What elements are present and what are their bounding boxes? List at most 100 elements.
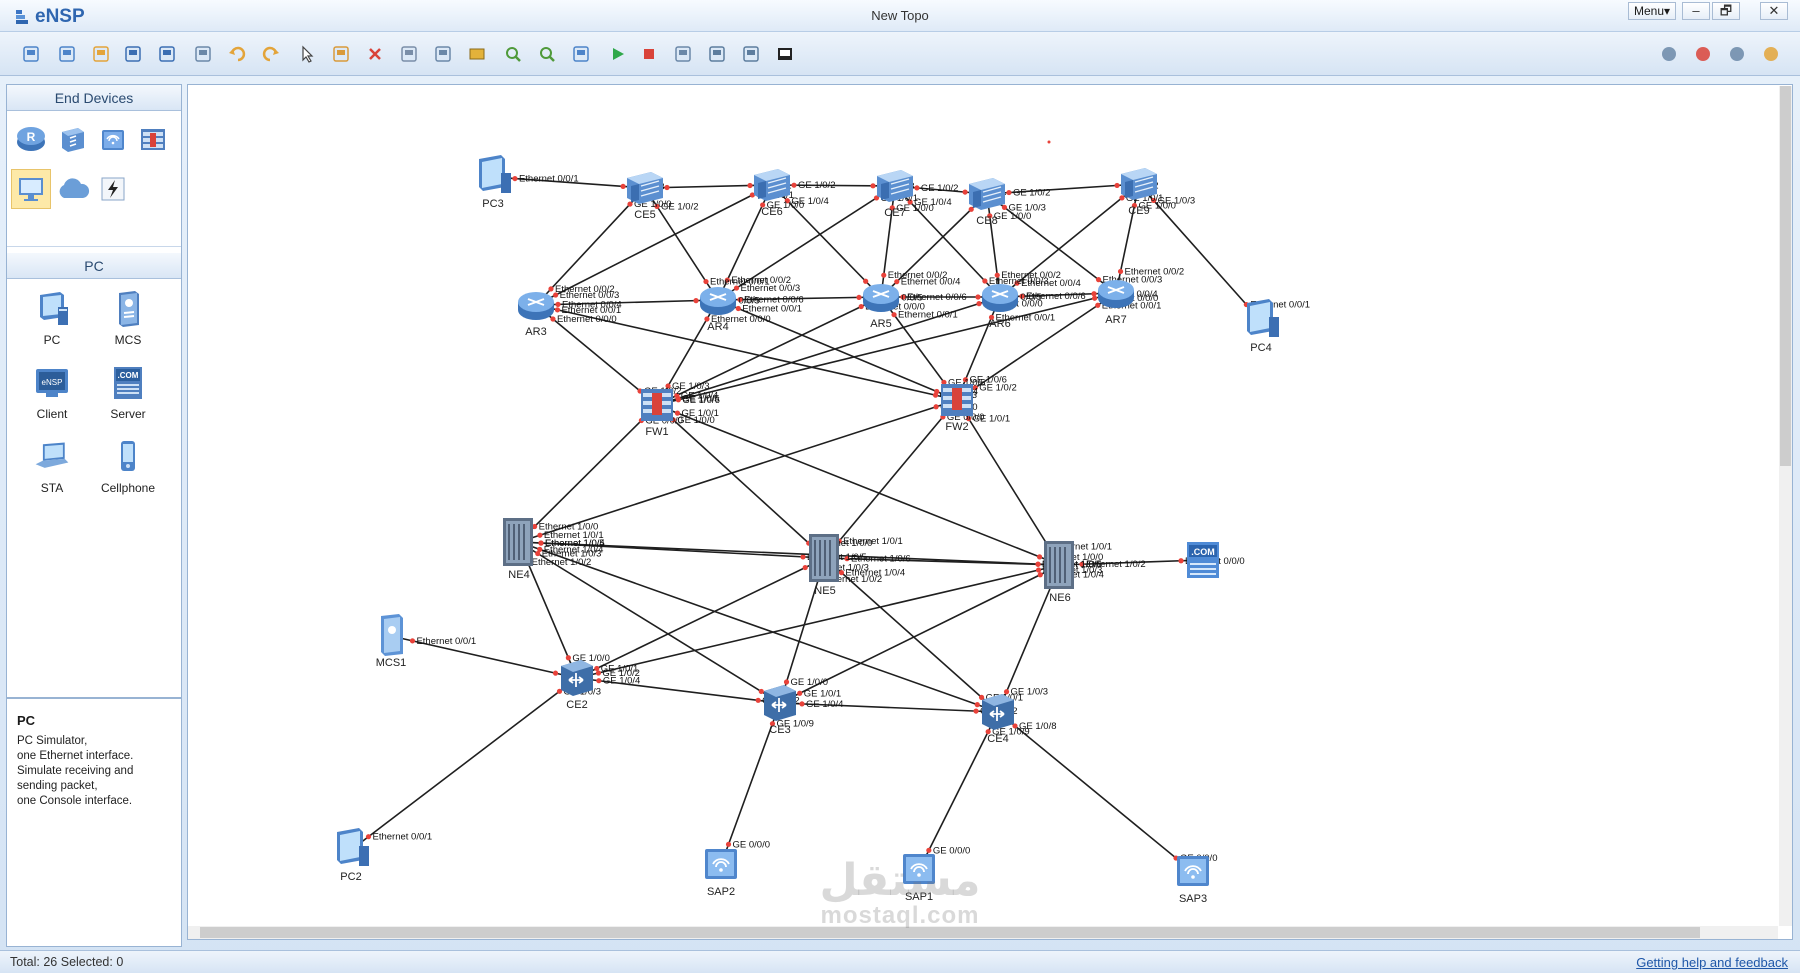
- start-icon[interactable]: [604, 41, 630, 67]
- watermark-arabic: مستقل: [819, 855, 981, 906]
- svg-text:R: R: [27, 130, 36, 144]
- select-icon[interactable]: [294, 41, 320, 67]
- settings-icon[interactable]: [1724, 41, 1750, 67]
- server-icon: .COM: [1187, 542, 1219, 578]
- device-node-pc3[interactable]: PC3: [479, 155, 511, 210]
- new-topo-icon[interactable]: [18, 41, 44, 67]
- menu-button[interactable]: Menu▾: [1628, 2, 1676, 20]
- port-label: Ethernet 0/0/1: [742, 303, 802, 314]
- device-node-ar7[interactable]: AR7: [1098, 280, 1134, 326]
- client-device-item[interactable]: eNSP Client: [17, 363, 87, 421]
- new-topo-icon-glyph: [23, 46, 39, 62]
- open-icon[interactable]: [88, 41, 114, 67]
- svg-text:.COM: .COM: [1191, 547, 1215, 557]
- device-node-ce2[interactable]: CE2: [561, 660, 593, 711]
- device-node-ne6[interactable]: NE6: [1044, 541, 1074, 604]
- sta-device-item[interactable]: STA: [17, 437, 87, 495]
- device-node-sap2[interactable]: SAP2: [705, 849, 737, 898]
- zoom-in-icon[interactable]: [500, 41, 526, 67]
- huawei-icon[interactable]: [1690, 41, 1716, 67]
- device-node-mcs1[interactable]: MCS1: [376, 614, 407, 669]
- port-label: Ethernet 0/0/3: [740, 283, 800, 294]
- port-status-dot: [934, 388, 940, 395]
- port-status-dot: [1178, 558, 1184, 564]
- link-line[interactable]: [350, 677, 578, 851]
- help-feedback-link[interactable]: Getting help and feedback: [1636, 955, 1788, 970]
- chat-icon-glyph: [1662, 47, 1676, 61]
- port-label: GE 1/0/2: [979, 383, 1017, 394]
- watermark: مستقل mostaql.com: [790, 858, 1010, 928]
- router-category-icon[interactable]: R: [13, 121, 49, 157]
- pc-section-header[interactable]: PC: [7, 253, 181, 279]
- vertical-scroll-thumb[interactable]: [1780, 86, 1791, 466]
- topology-canvas[interactable]: Ethernet 0/0/1 GE 1/0/3 GE 1/0/1 GE 1/0/2 GE…: [187, 84, 1793, 940]
- pc-category-icon[interactable]: [11, 169, 51, 209]
- restore-button[interactable]: 🗗: [1712, 2, 1740, 20]
- port-status-dot: [565, 655, 571, 661]
- device-node-ne5[interactable]: NE5: [809, 534, 839, 597]
- save-as-icon[interactable]: [154, 41, 180, 67]
- cellphone-device-item[interactable]: Cellphone: [93, 437, 163, 495]
- delete-all-icon[interactable]: [396, 41, 422, 67]
- port-label: GE 1/0/4: [914, 197, 952, 208]
- capture-icon[interactable]: [670, 41, 696, 67]
- port-label: Ethernet 0/0/1: [373, 832, 433, 843]
- mcs-device-item[interactable]: MCS: [93, 289, 163, 347]
- device-label: PC3: [482, 198, 503, 210]
- description-title: PC: [17, 713, 36, 728]
- device-node-server[interactable]: .COM: [1187, 542, 1219, 578]
- firewall-category-icon[interactable]: [135, 121, 171, 157]
- pc-device-item[interactable]: PC: [17, 289, 87, 347]
- text-icon[interactable]: [430, 41, 456, 67]
- delete-icon[interactable]: [362, 41, 388, 67]
- port-label: GE 1/0/1: [804, 688, 842, 699]
- server-device-item[interactable]: .COM Server: [93, 363, 163, 421]
- grid-icon[interactable]: [738, 41, 764, 67]
- port-label: GE 1/0/2: [921, 183, 959, 194]
- device-node-ar3[interactable]: AR3: [518, 292, 554, 338]
- mcs-icon: [108, 289, 148, 329]
- server-icon: .COM: [108, 363, 148, 403]
- switch-category-icon[interactable]: [55, 121, 91, 157]
- stop-icon[interactable]: [636, 41, 662, 67]
- end-devices-header[interactable]: End Devices: [7, 85, 181, 111]
- device-label: SAP3: [1179, 893, 1207, 905]
- console-icon[interactable]: [772, 41, 798, 67]
- help-icon[interactable]: [1758, 41, 1784, 67]
- close-button[interactable]: ✕: [1760, 2, 1788, 20]
- minimize-button[interactable]: –: [1682, 2, 1710, 20]
- wlan-category-icon[interactable]: [95, 121, 131, 157]
- link-line[interactable]: [956, 399, 1061, 566]
- device-label: CE8: [976, 215, 997, 227]
- device-node-fw1[interactable]: FW1: [641, 389, 673, 438]
- window-title: New Topo: [871, 8, 929, 23]
- client-icon: eNSP: [32, 363, 72, 403]
- redo-icon[interactable]: [258, 41, 284, 67]
- new-file-icon[interactable]: [54, 41, 80, 67]
- device-node-pc2[interactable]: PC2: [337, 828, 369, 883]
- device-node-ar4[interactable]: AR4: [700, 287, 736, 333]
- chat-icon[interactable]: [1656, 41, 1682, 67]
- topology-icon[interactable]: [704, 41, 730, 67]
- undo-icon[interactable]: [224, 41, 250, 67]
- router-icon: [518, 292, 554, 320]
- port-status-dot: [537, 532, 543, 538]
- link-line[interactable]: [656, 404, 826, 559]
- pc-icon: [32, 289, 72, 329]
- fit-icon[interactable]: [568, 41, 594, 67]
- device-node-ce5[interactable]: CE5: [627, 172, 663, 221]
- device-node-ne4[interactable]: NE4: [503, 518, 533, 581]
- device-node-fw2[interactable]: FW2: [941, 384, 973, 433]
- device-node-sap3[interactable]: SAP3: [1177, 856, 1209, 905]
- vertical-scrollbar[interactable]: [1779, 86, 1792, 926]
- cable-category-icon[interactable]: [95, 171, 131, 207]
- save-icon[interactable]: [120, 41, 146, 67]
- zoom-out-icon[interactable]: [534, 41, 560, 67]
- print-icon[interactable]: [190, 41, 216, 67]
- rectangle-icon[interactable]: [464, 41, 490, 67]
- device-node-ar5[interactable]: AR5: [863, 284, 899, 330]
- topology-diagram: Ethernet 0/0/1 GE 1/0/3 GE 1/0/1 GE 1/0/2 GE…: [337, 140, 1310, 905]
- zoom-out-icon-glyph: [540, 47, 555, 62]
- hand-icon[interactable]: [328, 41, 354, 67]
- cloud-category-icon[interactable]: [55, 171, 91, 207]
